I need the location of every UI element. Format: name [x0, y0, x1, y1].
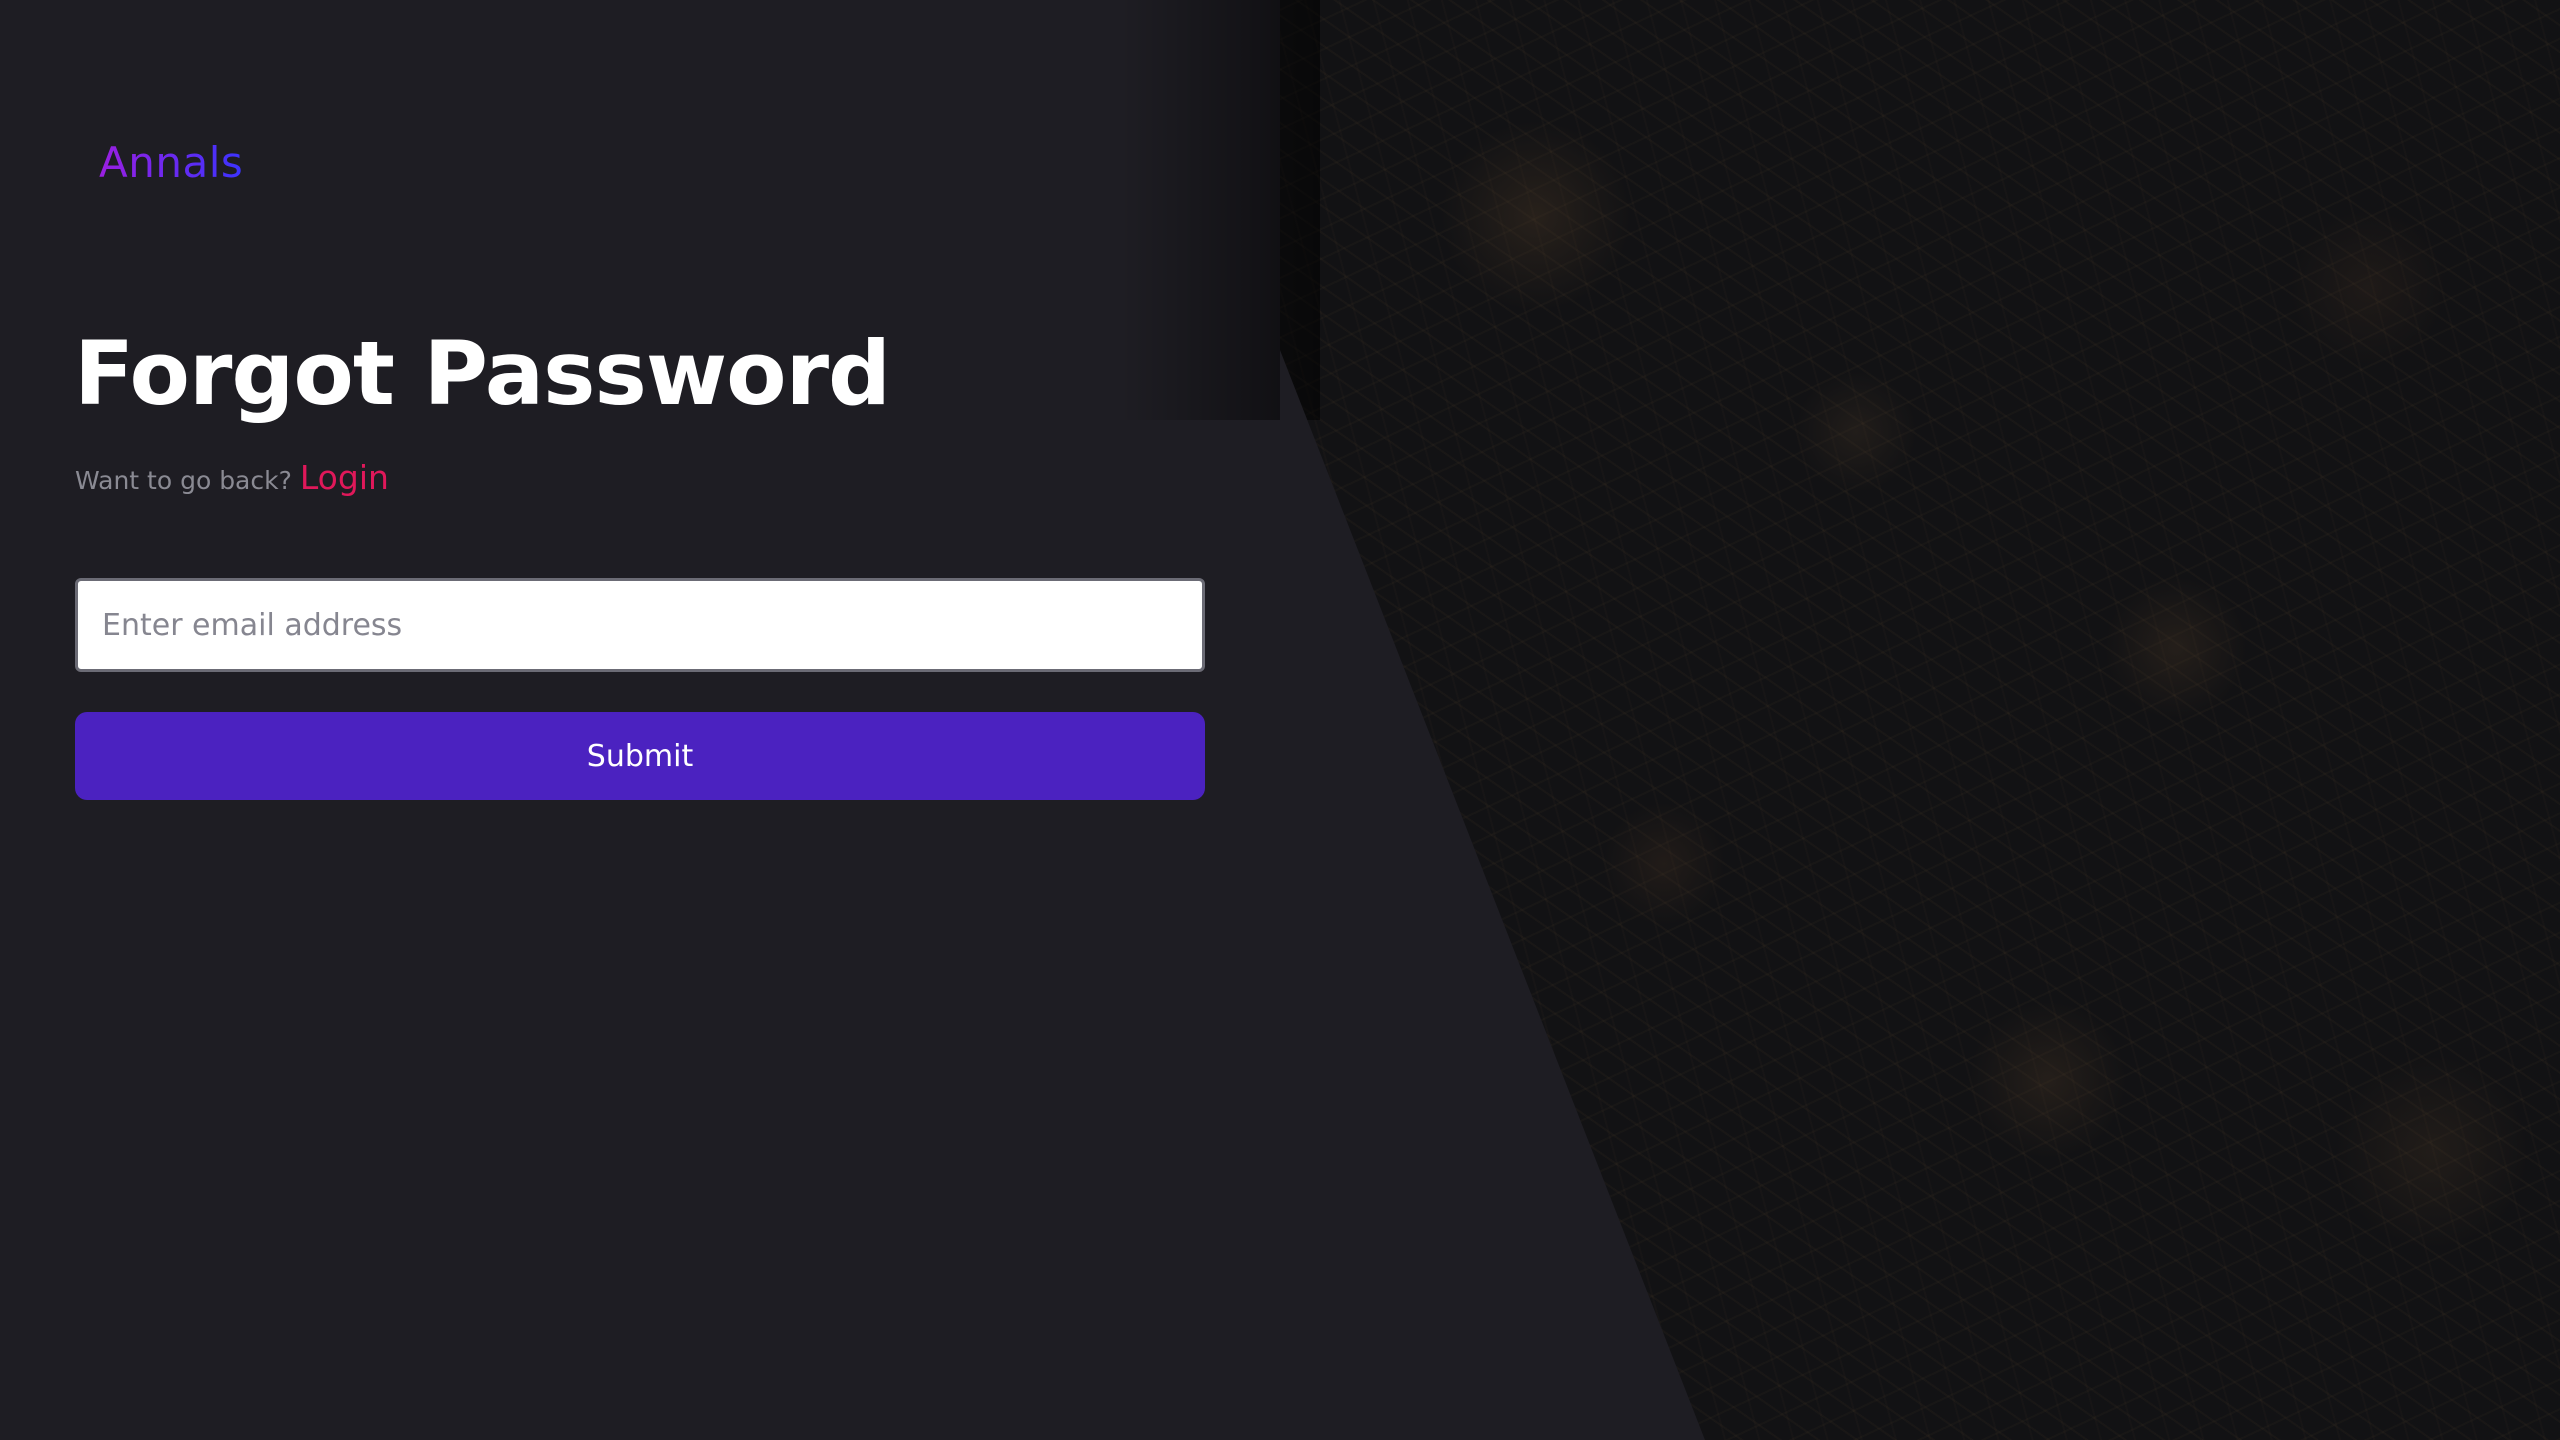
- page-title: Forgot Password: [74, 322, 891, 425]
- back-prompt-text: Want to go back?: [75, 466, 292, 495]
- back-to-login-row: Want to go back? Login: [75, 458, 389, 497]
- email-input[interactable]: [75, 578, 1205, 672]
- login-link[interactable]: Login: [300, 458, 389, 497]
- background-photo: [1280, 0, 2560, 1440]
- forgot-password-page: Annals Forgot Password Want to go back? …: [0, 0, 2560, 1440]
- submit-button[interactable]: Submit: [75, 712, 1205, 800]
- brand-logo[interactable]: Annals: [99, 138, 243, 187]
